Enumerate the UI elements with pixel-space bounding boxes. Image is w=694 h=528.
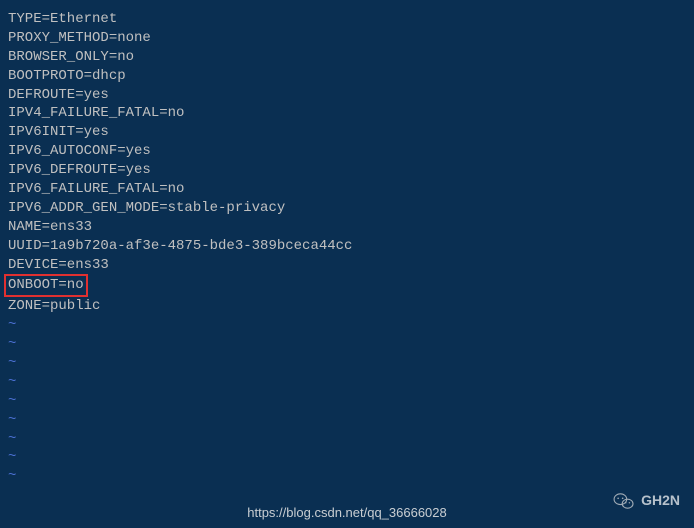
config-line-highlighted: ONBOOT=no [8, 274, 686, 297]
config-line: UUID=1a9b720a-af3e-4875-bde3-389bceca44c… [8, 237, 686, 256]
signature-text: GH2N [641, 491, 680, 510]
config-line: TYPE=Ethernet [8, 10, 686, 29]
empty-line-tilde: ~ [8, 373, 686, 392]
signature-watermark: GH2N [613, 491, 680, 510]
empty-line-tilde: ~ [8, 448, 686, 467]
empty-line-tilde: ~ [8, 430, 686, 449]
empty-line-tilde: ~ [8, 354, 686, 373]
watermark-url: https://blog.csdn.net/qq_36666028 [247, 504, 447, 522]
config-line: IPV4_FAILURE_FATAL=no [8, 104, 686, 123]
config-line: IPV6_AUTOCONF=yes [8, 142, 686, 161]
config-line: DEVICE=ens33 [8, 256, 686, 275]
config-line: BOOTPROTO=dhcp [8, 67, 686, 86]
empty-line-tilde: ~ [8, 316, 686, 335]
empty-line-tilde: ~ [8, 392, 686, 411]
config-line: IPV6INIT=yes [8, 123, 686, 142]
config-line: IPV6_FAILURE_FATAL=no [8, 180, 686, 199]
empty-line-tilde: ~ [8, 467, 686, 486]
wechat-icon [613, 492, 635, 510]
config-line: IPV6_ADDR_GEN_MODE=stable-privacy [8, 199, 686, 218]
terminal-editor[interactable]: TYPE=EthernetPROXY_METHOD=noneBROWSER_ON… [8, 10, 686, 486]
config-line: IPV6_DEFROUTE=yes [8, 161, 686, 180]
config-line: BROWSER_ONLY=no [8, 48, 686, 67]
config-line: NAME=ens33 [8, 218, 686, 237]
highlight-box: ONBOOT=no [4, 274, 88, 297]
config-line: PROXY_METHOD=none [8, 29, 686, 48]
empty-line-tilde: ~ [8, 335, 686, 354]
config-line: DEFROUTE=yes [8, 86, 686, 105]
empty-line-tilde: ~ [8, 411, 686, 430]
config-line: ZONE=public [8, 297, 686, 316]
